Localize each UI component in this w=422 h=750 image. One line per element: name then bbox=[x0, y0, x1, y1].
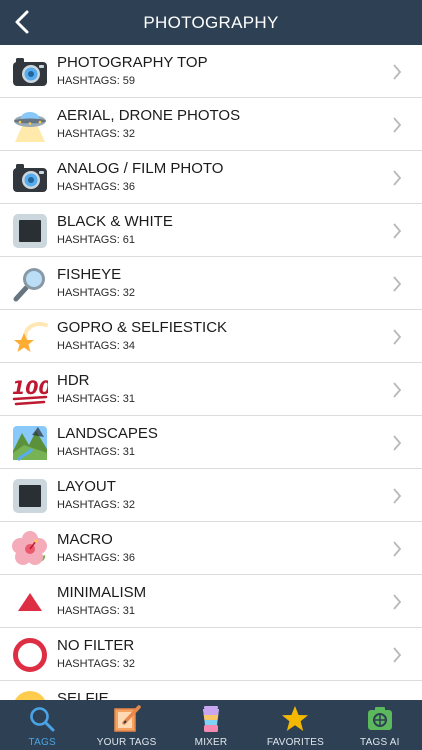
category-name: PHOTOGRAPHY TOP bbox=[57, 54, 208, 71]
category-name: BLACK & WHITE bbox=[57, 213, 173, 230]
list-item[interactable]: GOPRO & SELFIESTICK HASHTAGS: 34 bbox=[0, 310, 422, 363]
list-item[interactable]: SELFIE bbox=[0, 681, 422, 700]
tab-tags[interactable]: TAGS bbox=[0, 700, 84, 750]
chevron-right-icon bbox=[393, 382, 402, 398]
chevron-right-icon bbox=[393, 170, 402, 186]
camera-icon bbox=[13, 164, 47, 192]
blender-icon bbox=[203, 706, 220, 732]
landscape-icon bbox=[13, 426, 47, 461]
navigation-bar: PHOTOGRAPHY bbox=[0, 0, 422, 45]
chevron-right-icon bbox=[393, 276, 402, 292]
ufo-icon bbox=[14, 112, 46, 142]
category-name: LAYOUT bbox=[57, 478, 116, 495]
chevron-right-icon bbox=[393, 541, 402, 557]
category-name: GOPRO & SELFIESTICK bbox=[57, 319, 228, 336]
hashtag-count: HASHTAGS: 32 bbox=[57, 658, 136, 670]
list-item[interactable]: AERIAL, DRONE PHOTOS HASHTAGS: 32 bbox=[0, 98, 422, 151]
tab-tags-ai[interactable]: TAGS AI bbox=[338, 700, 422, 750]
chevron-right-icon bbox=[393, 329, 402, 345]
list-item[interactable]: MACRO HASHTAGS: 36 bbox=[0, 522, 422, 575]
red-triangle-icon bbox=[18, 593, 42, 611]
svg-text:100: 100 bbox=[12, 377, 48, 399]
hundred-points-icon: 100 bbox=[12, 377, 48, 406]
list-item[interactable]: MINIMALISM HASHTAGS: 31 bbox=[0, 575, 422, 628]
shooting-star-icon bbox=[14, 322, 48, 352]
category-name: NO FILTER bbox=[57, 637, 135, 654]
chevron-right-icon bbox=[393, 594, 402, 610]
search-icon bbox=[30, 707, 55, 732]
hashtag-count: HASHTAGS: 59 bbox=[57, 75, 136, 87]
tab-label: TAGS bbox=[28, 737, 56, 748]
hashtag-count: HASHTAGS: 32 bbox=[57, 128, 136, 140]
hashtag-count: HASHTAGS: 31 bbox=[57, 446, 136, 458]
chevron-left-icon bbox=[15, 10, 29, 34]
category-name: HDR bbox=[57, 372, 90, 389]
black-square-icon bbox=[13, 214, 47, 248]
hashtag-count: HASHTAGS: 31 bbox=[57, 605, 136, 617]
list-item[interactable]: PHOTOGRAPHY TOP HASHTAGS: 59 bbox=[0, 45, 422, 98]
star-icon bbox=[282, 706, 309, 731]
magnifier-icon bbox=[13, 268, 45, 302]
tab-label: MIXER bbox=[194, 737, 228, 748]
list-item[interactable]: ANALOG / FILM PHOTO HASHTAGS: 36 bbox=[0, 151, 422, 204]
list-item[interactable]: FISHEYE HASHTAGS: 32 bbox=[0, 257, 422, 310]
red-circle-icon bbox=[13, 638, 47, 672]
hashtag-count: HASHTAGS: 61 bbox=[57, 234, 136, 246]
tab-label: FAVORITES bbox=[266, 737, 325, 748]
category-name: ANALOG / FILM PHOTO bbox=[57, 160, 224, 177]
edit-icon bbox=[113, 705, 141, 732]
category-list[interactable]: PHOTOGRAPHY TOP HASHTAGS: 59 AERIAL, DRO… bbox=[0, 45, 422, 700]
hashtag-count: HASHTAGS: 34 bbox=[57, 340, 136, 352]
black-square-icon bbox=[13, 479, 47, 513]
tab-favorites[interactable]: FAVORITES bbox=[253, 700, 337, 750]
list-item[interactable]: LANDSCAPES HASHTAGS: 31 bbox=[0, 416, 422, 469]
list-item[interactable]: 100 HDR HASHTAGS: 31 bbox=[0, 363, 422, 416]
list-item[interactable]: BLACK & WHITE HASHTAGS: 61 bbox=[0, 204, 422, 257]
tab-mixer[interactable]: MIXER bbox=[169, 700, 253, 750]
page-title: PHOTOGRAPHY bbox=[143, 12, 279, 32]
back-button[interactable] bbox=[8, 7, 36, 37]
tab-label: YOUR TAGS bbox=[96, 737, 157, 748]
chevron-right-icon bbox=[393, 488, 402, 504]
chevron-right-icon bbox=[393, 64, 402, 80]
category-name: AERIAL, DRONE PHOTOS bbox=[57, 107, 241, 124]
hashtag-count: HASHTAGS: 32 bbox=[57, 287, 136, 299]
category-name: MINIMALISM bbox=[57, 584, 147, 601]
hashtag-count: HASHTAGS: 31 bbox=[57, 393, 136, 405]
list-item[interactable]: LAYOUT HASHTAGS: 32 bbox=[0, 469, 422, 522]
hibiscus-icon bbox=[12, 531, 47, 565]
category-name: FISHEYE bbox=[57, 266, 122, 283]
list-item[interactable]: NO FILTER HASHTAGS: 32 bbox=[0, 628, 422, 681]
chevron-right-icon bbox=[393, 223, 402, 239]
camera-ai-icon bbox=[367, 707, 392, 730]
category-name: LANDSCAPES bbox=[57, 425, 158, 442]
hashtag-count: HASHTAGS: 32 bbox=[57, 499, 136, 511]
tab-bar: TAGS YOUR TAGS MIXER FAVORITES TAGS AI bbox=[0, 700, 422, 750]
face-icon bbox=[15, 691, 45, 700]
camera-icon bbox=[13, 58, 47, 86]
tab-your-tags[interactable]: YOUR TAGS bbox=[84, 700, 168, 750]
hashtag-count: HASHTAGS: 36 bbox=[57, 181, 136, 193]
tab-label: TAGS AI bbox=[360, 737, 400, 748]
hashtag-count: HASHTAGS: 36 bbox=[57, 552, 136, 564]
category-name: MACRO bbox=[57, 531, 113, 548]
category-name: SELFIE bbox=[57, 690, 109, 700]
chevron-right-icon bbox=[393, 435, 402, 451]
chevron-right-icon bbox=[393, 117, 402, 133]
chevron-right-icon bbox=[393, 647, 402, 663]
